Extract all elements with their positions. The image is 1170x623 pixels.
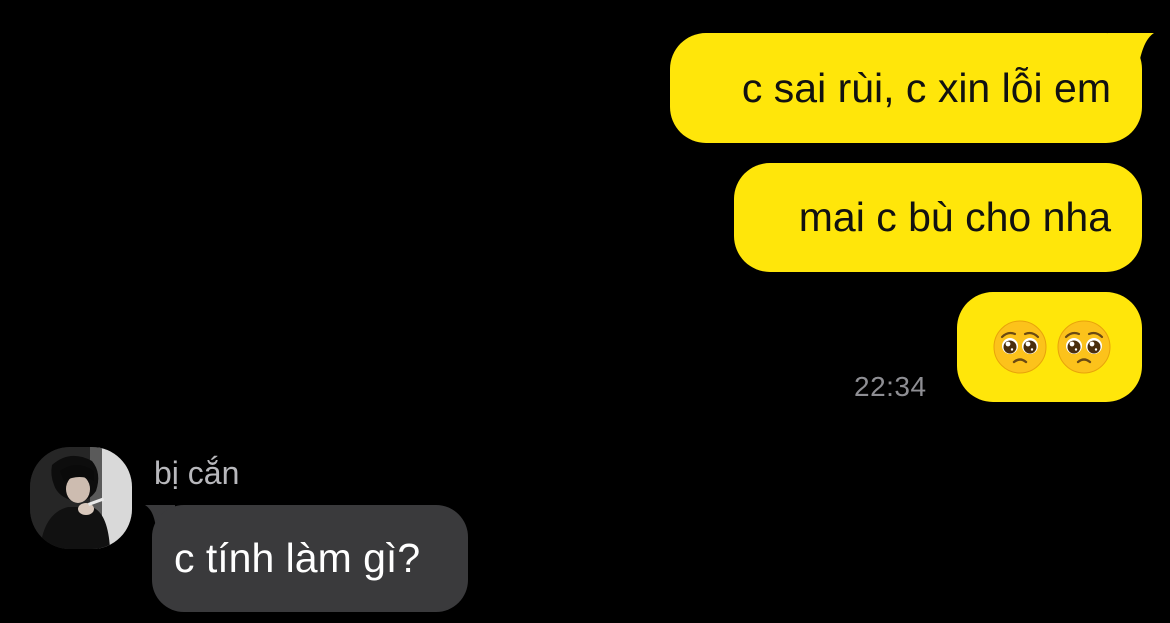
- emoji-row: [993, 320, 1111, 374]
- message-text: c sai rùi, c xin lỗi em: [741, 64, 1111, 111]
- outgoing-message-bubble[interactable]: c sai rùi, c xin lỗi em: [670, 33, 1142, 143]
- pleading-face-emoji: [1057, 320, 1111, 374]
- sender-name: bị cắn: [154, 455, 240, 491]
- message-text: c tính làm gì?: [174, 535, 421, 581]
- avatar-photo: [30, 447, 132, 549]
- message-text: mai c bù cho nha: [798, 194, 1111, 240]
- outgoing-emoji-bubble[interactable]: [957, 292, 1142, 402]
- incoming-message-bubble[interactable]: c tính làm gì?: [152, 505, 468, 612]
- avatar[interactable]: [30, 447, 132, 549]
- pleading-face-emoji: [993, 320, 1047, 374]
- message-timestamp: 22:34: [854, 371, 927, 402]
- outgoing-message-bubble[interactable]: mai c bù cho nha: [734, 163, 1142, 272]
